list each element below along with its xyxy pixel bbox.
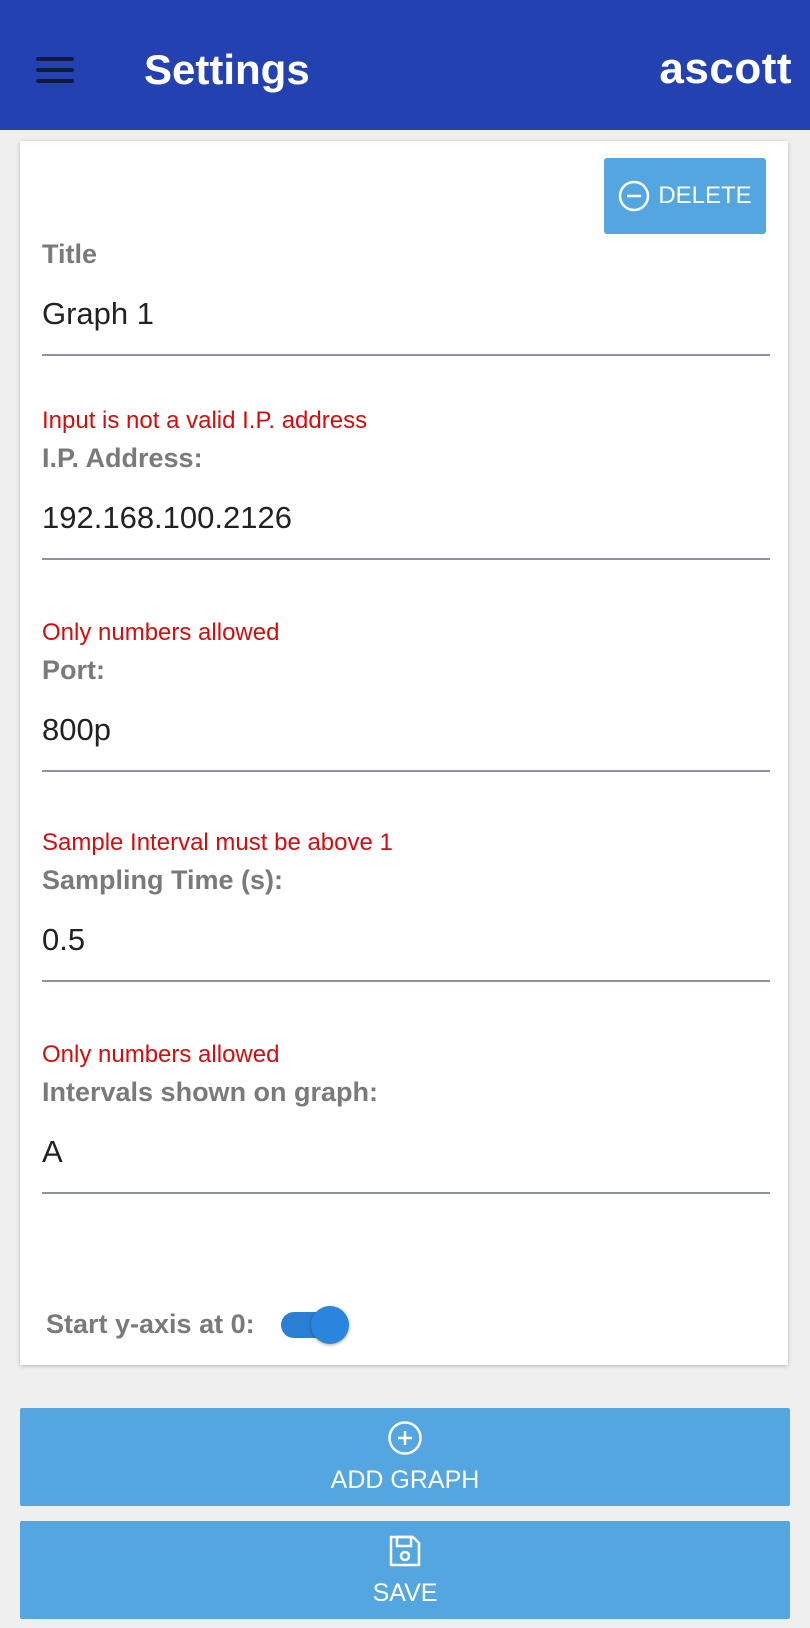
ip-address-error: Input is not a valid I.P. address bbox=[42, 407, 368, 434]
port-input[interactable] bbox=[42, 686, 770, 772]
intervals-error: Only numbers allowed bbox=[42, 1041, 280, 1068]
sampling-time-input[interactable] bbox=[42, 896, 770, 982]
brand-logo: ascott bbox=[659, 44, 792, 93]
start-y-axis-label: Start y-axis at 0: bbox=[46, 1308, 255, 1339]
intervals-input[interactable] bbox=[42, 1108, 770, 1194]
start-y-axis-toggle[interactable] bbox=[280, 1304, 349, 1344]
intervals-field: Only numbers allowed Intervals shown on … bbox=[42, 1041, 770, 1194]
start-y-axis-row: Start y-axis at 0: bbox=[46, 1304, 349, 1344]
sampling-time-field: Sample Interval must be above 1 Sampling… bbox=[42, 829, 770, 982]
port-error: Only numbers allowed bbox=[42, 619, 280, 646]
port-field: Only numbers allowed Port: bbox=[42, 619, 770, 772]
title-field: Title bbox=[42, 239, 770, 356]
intervals-label: Intervals shown on graph: bbox=[42, 1077, 379, 1107]
port-label: Port: bbox=[42, 655, 105, 685]
ip-address-field: Input is not a valid I.P. address I.P. A… bbox=[42, 407, 770, 560]
page-title: Settings bbox=[144, 46, 310, 93]
app-bar: Settings ascott bbox=[0, 0, 810, 130]
add-graph-label: ADD GRAPH bbox=[330, 1465, 480, 1494]
sampling-time-label: Sampling Time (s): bbox=[42, 865, 284, 895]
hamburger-menu-icon[interactable] bbox=[36, 57, 74, 83]
save-button[interactable]: SAVE bbox=[20, 1521, 790, 1619]
ip-address-input[interactable] bbox=[42, 474, 770, 560]
ip-address-label: I.P. Address: bbox=[42, 443, 203, 473]
toggle-thumb bbox=[310, 1306, 349, 1344]
title-label: Title bbox=[42, 239, 98, 269]
sampling-time-error: Sample Interval must be above 1 bbox=[42, 829, 393, 856]
delete-button-label: DELETE bbox=[658, 182, 752, 209]
title-input[interactable] bbox=[42, 270, 770, 356]
minus-circle-icon bbox=[619, 180, 650, 212]
add-graph-button[interactable]: ADD GRAPH bbox=[20, 1408, 790, 1506]
graph-settings-card: DELETE Title Input is not a valid I.P. a… bbox=[20, 141, 788, 1365]
save-label: SAVE bbox=[372, 1578, 438, 1607]
delete-button[interactable]: DELETE bbox=[604, 158, 766, 234]
plus-circle-icon bbox=[388, 1420, 422, 1455]
floppy-disk-icon bbox=[389, 1535, 421, 1566]
